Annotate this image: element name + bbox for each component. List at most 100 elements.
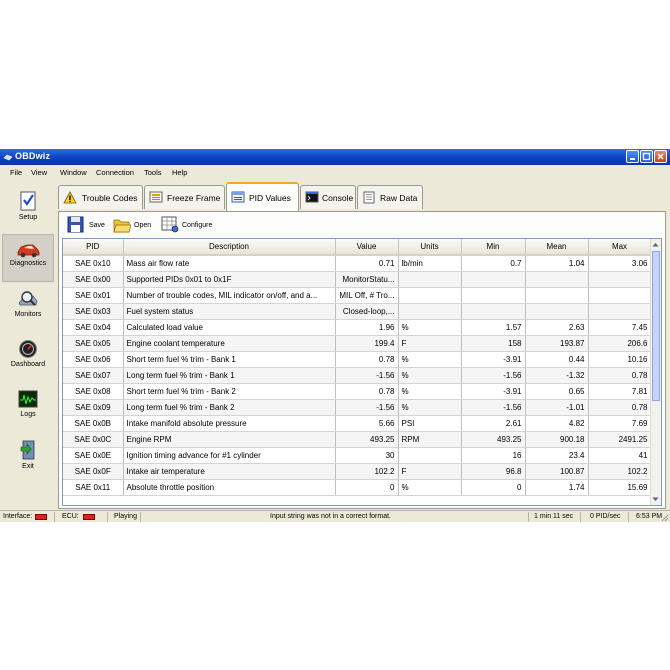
cell-min: -3.91 xyxy=(461,351,526,368)
open-button[interactable]: Open xyxy=(113,216,155,234)
sidebar-label-exit: Exit xyxy=(22,463,34,470)
scrollbar-thumb[interactable] xyxy=(652,251,660,401)
cell-min: 1.57 xyxy=(461,319,526,336)
table-row[interactable]: SAE 0x11 Absolute throttle position 0% 0 1.7… xyxy=(63,479,652,496)
cell-description: Short term fuel % trim - Bank 1 xyxy=(123,351,336,368)
raw-data-icon xyxy=(363,191,375,204)
scroll-down-arrow-icon[interactable] xyxy=(651,495,660,504)
tab-console[interactable]: Console xyxy=(300,185,356,209)
column-header-max[interactable]: Max xyxy=(588,239,652,256)
cell-units: RPM xyxy=(398,431,462,448)
tab-freeze-frame[interactable]: Freeze Frame xyxy=(144,185,225,209)
cell-pid: SAE 0x0B xyxy=(63,415,124,432)
clock: 6:53 PM xyxy=(636,513,663,520)
sidebar-label-setup: Setup xyxy=(18,214,38,221)
tab-label: Console xyxy=(322,193,354,203)
floppy-disk-icon xyxy=(67,216,84,233)
table-row[interactable]: SAE 0x05 Engine coolant temperature 199.4 F… xyxy=(63,335,652,352)
table-header-row: PID Description Value Units Min Mean Max xyxy=(63,239,652,256)
cell-mean: 0.44 xyxy=(525,351,589,368)
cell-units: F xyxy=(398,463,462,480)
cell-pid: SAE 0x0E xyxy=(63,447,124,464)
column-header-min[interactable]: Min xyxy=(461,239,526,256)
minimize-button[interactable] xyxy=(626,150,639,163)
menu-file[interactable]: File xyxy=(10,168,22,177)
elapsed-time: 1 min 11 sec xyxy=(534,513,574,520)
ecu-label: ECU: xyxy=(62,513,79,520)
maximize-icon xyxy=(642,152,651,161)
cell-value: 493.25 xyxy=(335,431,399,448)
tab-label: PID Values xyxy=(249,193,291,203)
cell-max xyxy=(588,271,652,288)
sidebar-item-diagnostics[interactable]: Diagnostics xyxy=(2,234,54,282)
cell-value: MonitorStatu... xyxy=(335,271,399,288)
sidebar-item-monitors[interactable]: Monitors xyxy=(2,284,54,332)
cell-max: 0.78 xyxy=(588,367,652,384)
table-row[interactable]: SAE 0x0F Intake air temperature 102.2 F 96.8… xyxy=(63,463,652,480)
scroll-up-arrow-icon[interactable] xyxy=(651,240,660,249)
table-row[interactable]: SAE 0x0E Ignition timing advance for #1 c… xyxy=(63,447,652,464)
cell-max: 3.06 xyxy=(588,255,652,272)
sidebar-label-dashboard: Dashboard xyxy=(10,361,46,368)
table-row[interactable]: SAE 0x06 Short term fuel % trim - Bank 10… xyxy=(63,351,652,368)
cell-value: 30 xyxy=(335,447,399,464)
menu-connection[interactable]: Connection xyxy=(96,168,134,177)
configure-button[interactable]: Configure xyxy=(161,216,221,234)
sidebar-item-logs[interactable]: Logs xyxy=(2,384,54,432)
column-header-mean[interactable]: Mean xyxy=(525,239,589,256)
tab-raw-data[interactable]: Raw Data xyxy=(357,185,423,209)
table-row[interactable]: SAE 0x09 Long term fuel % trim - Bank 2 -1… xyxy=(63,399,652,416)
sidebar-item-setup[interactable]: Setup xyxy=(2,185,54,233)
menu-window[interactable]: Window xyxy=(60,168,87,177)
cell-min: 0 xyxy=(461,479,526,496)
cell-value: 199.4 xyxy=(335,335,399,352)
table-row[interactable]: SAE 0x01 Number of trouble codes, MIL ind… xyxy=(63,287,652,304)
table-row[interactable]: SAE 0x07 Long term fuel % trim - Bank 1 -1… xyxy=(63,367,652,384)
status-divider xyxy=(107,512,108,522)
sidebar-item-exit[interactable]: Exit xyxy=(2,434,54,482)
cell-pid: SAE 0x04 xyxy=(63,319,124,336)
column-header-units[interactable]: Units xyxy=(398,239,462,256)
cell-max: 102.2 xyxy=(588,463,652,480)
cell-units: % xyxy=(398,383,462,400)
tab-pid-values[interactable]: PID Values xyxy=(226,182,299,211)
cell-min xyxy=(461,271,526,288)
table-row[interactable]: SAE 0x04 Calculated load value 1.96% 1.57 2.… xyxy=(63,319,652,336)
menu-tools[interactable]: Tools xyxy=(144,168,162,177)
cell-mean: 0.65 xyxy=(525,383,589,400)
maximize-button[interactable] xyxy=(640,150,653,163)
table-row[interactable]: SAE 0x0B Intake manifold absolute pressur… xyxy=(63,415,652,432)
cell-mean: 4.82 xyxy=(525,415,589,432)
status-divider xyxy=(528,512,529,522)
menu-bar: File View Window Connection Tools Help xyxy=(0,166,670,178)
column-header-value[interactable]: Value xyxy=(335,239,399,256)
vertical-scrollbar[interactable] xyxy=(650,239,661,505)
column-header-pid[interactable]: PID xyxy=(63,239,124,256)
ecu-status-led xyxy=(83,514,95,520)
table-row[interactable]: SAE 0x08 Short term fuel % trim - Bank 20… xyxy=(63,383,652,400)
cell-max: 10.16 xyxy=(588,351,652,368)
app-window: OBDwiz File View Window Connection Tools… xyxy=(0,149,670,522)
sidebar-item-dashboard[interactable]: Dashboard xyxy=(2,334,54,382)
table-row[interactable]: SAE 0x10 Mass air flow rate 0.71 lb/min 0.7 1… xyxy=(63,255,652,272)
cell-value: -1.56 xyxy=(335,399,399,416)
menu-help[interactable]: Help xyxy=(172,168,187,177)
resize-grip-icon[interactable] xyxy=(661,514,669,522)
table-row[interactable]: SAE 0x00 Supported PIDs 0x01 to 0x1F Monit… xyxy=(63,271,652,288)
cell-pid: SAE 0x0F xyxy=(63,463,124,480)
menu-view[interactable]: View xyxy=(31,168,47,177)
save-button[interactable]: Save xyxy=(67,216,111,234)
tab-trouble-codes[interactable]: Trouble Codes xyxy=(58,185,143,209)
table-row[interactable]: SAE 0x03 Fuel system status Closed-loop,..… xyxy=(63,303,652,320)
cell-min: 493.25 xyxy=(461,431,526,448)
cell-max: 206.6 xyxy=(588,335,652,352)
gauge-icon xyxy=(19,340,37,358)
cell-min: 158 xyxy=(461,335,526,352)
cell-description: Long term fuel % trim - Bank 1 xyxy=(123,367,336,384)
close-button[interactable] xyxy=(654,150,667,163)
cell-value: 0.78 xyxy=(335,383,399,400)
cell-description: Absolute throttle position xyxy=(123,479,336,496)
column-header-description[interactable]: Description xyxy=(123,239,336,256)
cell-value: MIL Off, # Tro... xyxy=(335,287,399,304)
table-row[interactable]: SAE 0x0C Engine RPM 493.25 RPM 493.25 900.18 2… xyxy=(63,431,652,448)
